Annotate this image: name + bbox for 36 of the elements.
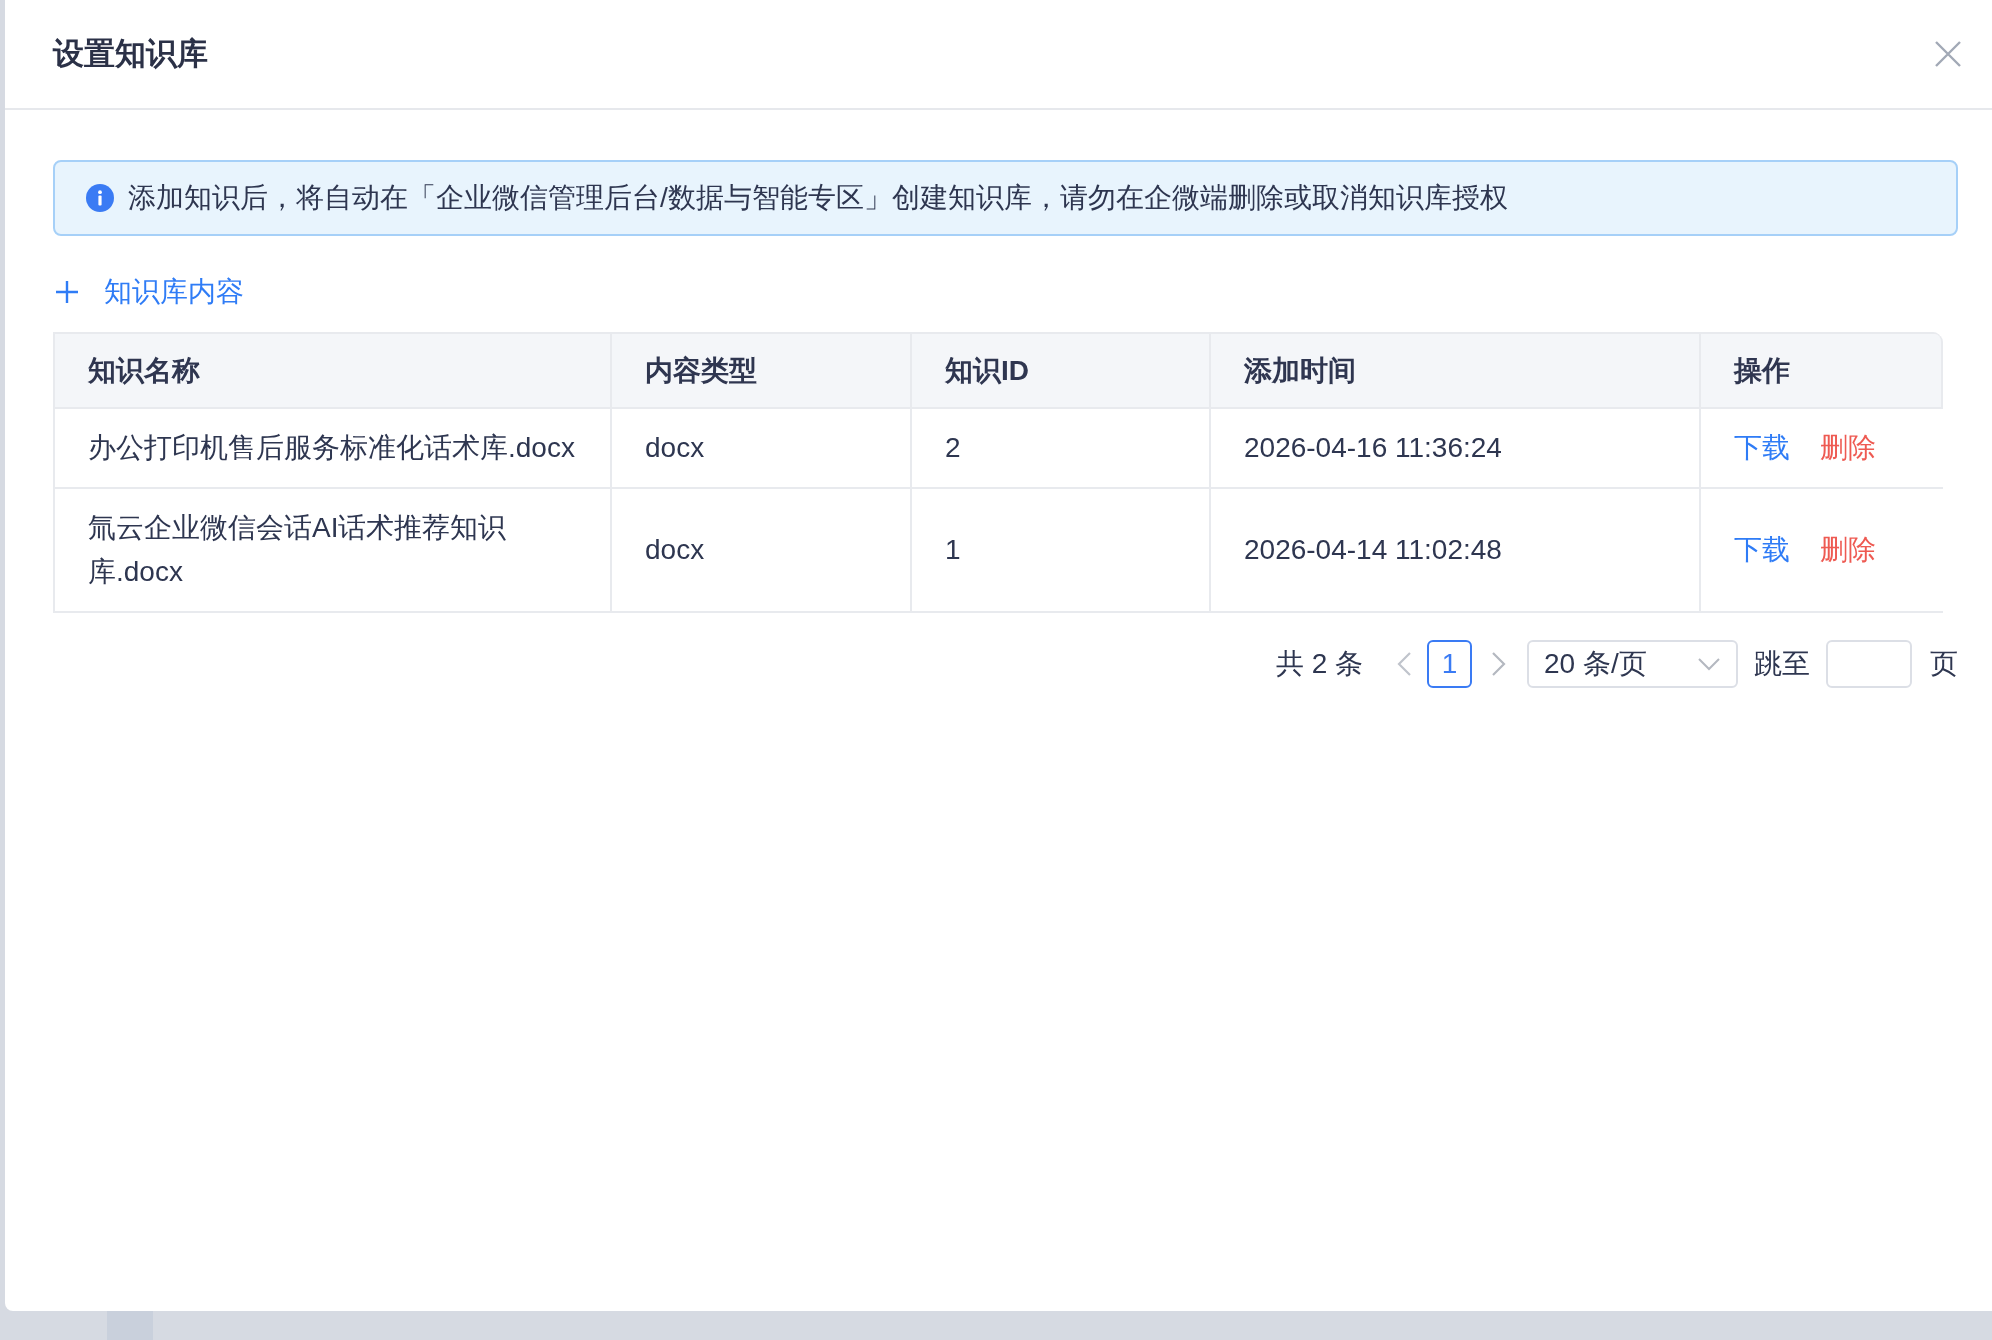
- info-icon: [86, 184, 114, 212]
- previous-page-button[interactable]: [1396, 650, 1412, 678]
- table-cell-text: 1: [945, 533, 961, 567]
- chevron-right-icon: [1491, 650, 1507, 678]
- close-icon: [1935, 41, 1961, 67]
- chevron-left-icon: [1396, 650, 1412, 678]
- download-link[interactable]: 下载: [1734, 528, 1790, 572]
- backdrop-panel: [107, 1311, 153, 1340]
- total-count: 共 2 条: [1275, 647, 1363, 681]
- page-jump-field[interactable]: [1826, 640, 1912, 688]
- notice-text: 添加知识后，将自动在「企业微信管理后台/数据与智能专区」创建知识库，请勿在企微端删除或取消知识库授权: [128, 181, 1508, 215]
- table-cell-text: docx: [645, 431, 705, 465]
- table-cell-text: 办公打印机售后服务标准化话术库.docx: [88, 431, 575, 465]
- delete-link[interactable]: 删除: [1820, 426, 1876, 470]
- column-header: 内容类型: [612, 334, 912, 409]
- delete-link[interactable]: 删除: [1820, 528, 1876, 572]
- chevron-down-icon: [1698, 657, 1720, 671]
- table-cell-text: 2026-04-14 11:02:48: [1244, 533, 1502, 567]
- column-header: 操作: [1701, 334, 1943, 409]
- page-number-button[interactable]: 1: [1427, 640, 1472, 688]
- add-knowledge-button[interactable]: 知识库内容: [53, 270, 244, 314]
- next-page-button[interactable]: [1491, 650, 1507, 678]
- page-size-select[interactable]: 20 条/页: [1527, 640, 1738, 688]
- table-cell-text: docx: [645, 533, 705, 567]
- table-cell-text: 氚云企业微信会话AI话术推荐知识库.docx: [88, 511, 508, 589]
- plus-icon: [56, 281, 78, 303]
- column-header: 知识名称: [55, 334, 612, 409]
- column-header: 添加时间: [1211, 334, 1701, 409]
- column-header: 知识ID: [912, 334, 1211, 409]
- jump-label: 跳至: [1754, 647, 1810, 681]
- table-cell-text: 2: [945, 431, 961, 465]
- dialog-title: 设置知识库: [53, 35, 208, 73]
- table-cell-text: 2026-04-16 11:36:24: [1244, 431, 1502, 465]
- page-suffix-label: 页: [1930, 647, 1958, 681]
- close-button[interactable]: [1935, 41, 1961, 67]
- download-link[interactable]: 下载: [1734, 426, 1790, 470]
